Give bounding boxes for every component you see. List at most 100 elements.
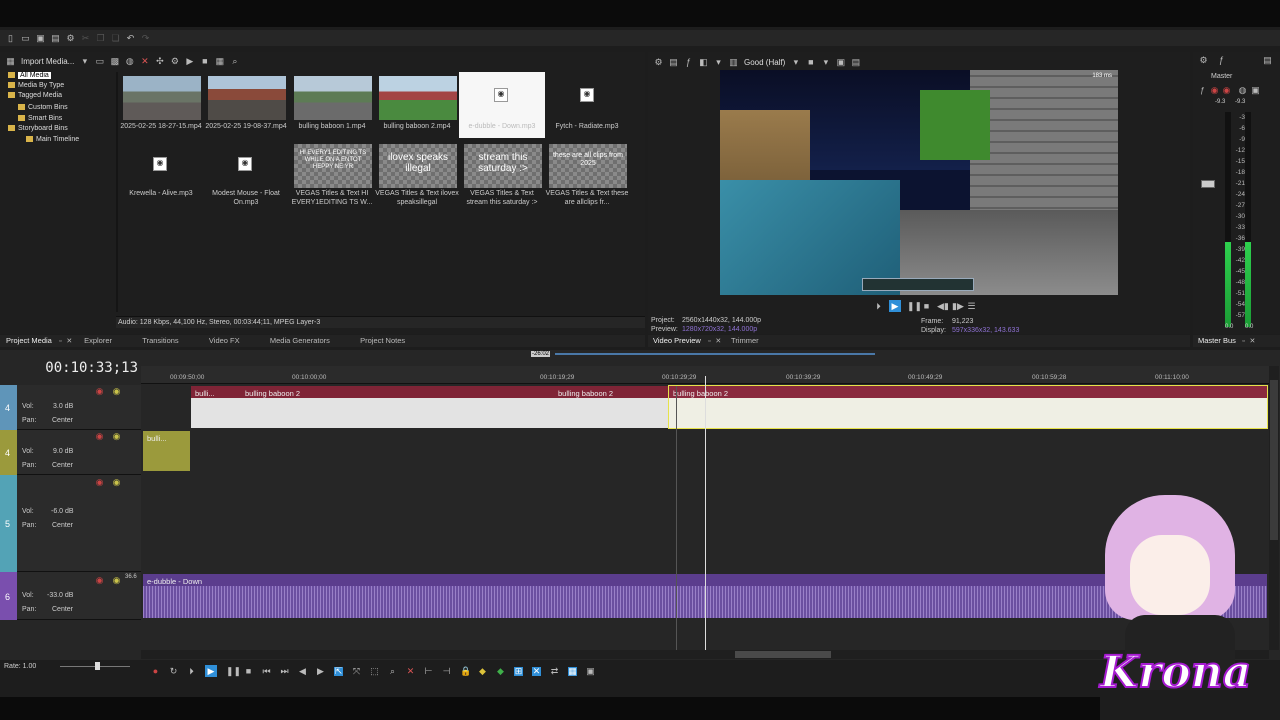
properties-icon[interactable]: ⚙ — [1199, 56, 1208, 65]
title-thumb[interactable]: HI EVERY1 EDITING TS WHILE ON A ENTOT HE… — [294, 144, 372, 188]
timecode-display[interactable]: 00:10:33;13 — [2, 360, 138, 376]
previous-frame-icon[interactable]: ◀▮ — [937, 301, 949, 311]
mute-icon[interactable]: ◉ — [95, 478, 104, 487]
go-to-end-icon[interactable]: ⏭ — [280, 666, 289, 676]
region-icon[interactable]: ◆ — [496, 666, 505, 676]
views-icon[interactable]: ▦ — [215, 56, 225, 66]
pin-icon[interactable]: ▫ — [56, 337, 65, 346]
tree-item-custom-bins[interactable]: Custom Bins — [18, 104, 68, 111]
render-icon[interactable]: ▤ — [51, 33, 60, 43]
next-frame-icon[interactable]: ▮▶ — [952, 301, 964, 311]
cut-icon[interactable]: ✂ — [81, 33, 90, 43]
go-to-start-icon[interactable]: ⏮ — [262, 666, 271, 676]
stop-icon[interactable]: ■ — [244, 666, 253, 676]
timeline-vscroll-thumb[interactable] — [1270, 380, 1278, 540]
split-icon[interactable]: ⊣ — [442, 666, 451, 676]
media-grid-icon[interactable]: ▦ — [6, 56, 15, 66]
snapping-icon[interactable]: ⊞ — [514, 666, 523, 676]
ripple-icon[interactable]: ⇄ — [550, 666, 559, 676]
save-icon[interactable]: ▣ — [36, 33, 45, 43]
search-icon[interactable]: ⌕ — [230, 56, 239, 66]
preview-quality-select[interactable]: Good (Half) — [744, 58, 785, 67]
master-fader[interactable] — [1201, 180, 1215, 188]
play-icon[interactable]: ▶ — [185, 56, 194, 66]
snapshot-icon[interactable]: ▥ — [729, 57, 738, 67]
fx-icon[interactable]: ƒ — [1198, 86, 1207, 95]
menu-icon[interactable]: ☰ — [967, 301, 976, 311]
tab-media-generators[interactable]: Media Generators — [270, 335, 330, 347]
track-volume[interactable]: -6.0 dB — [51, 508, 74, 515]
solo-icon[interactable]: ◉ — [112, 478, 121, 487]
chevron-down-icon[interactable]: ▾ — [714, 57, 723, 67]
chevron-down-icon[interactable]: ▾ — [821, 57, 830, 67]
next-frame-icon[interactable]: ▶ — [316, 666, 325, 676]
video-clip-selected[interactable]: bulling baboon 2 — [668, 385, 1268, 429]
tab-explorer[interactable]: Explorer — [84, 335, 112, 347]
tab-project-notes[interactable]: Project Notes — [360, 335, 405, 347]
preview-frame[interactable]: 183 ms — [720, 70, 1118, 295]
track-volume[interactable]: -33.0 dB — [47, 592, 73, 599]
paste-icon[interactable]: ❏ — [111, 33, 120, 43]
close-icon[interactable]: ✕ — [1248, 337, 1257, 346]
playhead[interactable] — [705, 376, 706, 650]
tab-master-bus[interactable]: Master Bus — [1198, 335, 1236, 347]
tree-item-main-timeline[interactable]: Main Timeline — [26, 136, 79, 143]
tree-item-smart-bins[interactable]: Smart Bins — [18, 115, 62, 122]
video-clip[interactable]: bulling baboon 2 — [241, 386, 554, 428]
fx-icon[interactable]: ƒ — [1217, 56, 1226, 65]
stop-icon[interactable]: ■ — [922, 301, 931, 311]
previous-frame-icon[interactable]: ◀ — [298, 666, 307, 676]
title-clip[interactable]: bulli... — [143, 431, 190, 471]
save-snapshot-icon[interactable]: ▤ — [851, 57, 861, 67]
ignore-grouping-icon[interactable]: ▣ — [586, 666, 595, 676]
pause-icon[interactable]: ❚❚ — [907, 301, 922, 311]
marker-icon[interactable]: ◆ — [478, 666, 487, 676]
tree-item-all-media[interactable]: All Media — [8, 72, 51, 79]
play-icon[interactable]: ▶ — [205, 665, 217, 677]
tree-item-media-by-type[interactable]: Media By Type — [8, 82, 64, 89]
properties-icon[interactable]: ⚙ — [654, 57, 663, 67]
rate-slider-thumb[interactable] — [95, 662, 100, 670]
play-icon[interactable]: ▶ — [889, 300, 901, 312]
get-media-icon[interactable]: ▩ — [110, 56, 120, 66]
normal-edit-tool-icon[interactable]: ⇱ — [334, 666, 343, 676]
automation-icon[interactable]: ◍ — [1238, 86, 1247, 95]
copy-snapshot-icon[interactable]: ▣ — [836, 57, 846, 67]
title-thumb[interactable]: these are all clips from 2025 — [549, 144, 627, 188]
trim-icon[interactable]: ⊢ — [424, 666, 433, 676]
track-volume[interactable]: 3.0 dB — [53, 403, 73, 410]
loop-region-bar[interactable] — [555, 353, 875, 355]
undo-icon[interactable]: ↶ — [126, 33, 135, 43]
title-thumb[interactable]: ilovex speaks illegal — [379, 144, 457, 188]
track-pan[interactable]: Center — [52, 522, 73, 529]
pin-icon[interactable]: ▫ — [1239, 337, 1248, 346]
tab-trimmer[interactable]: Trimmer — [731, 335, 759, 347]
redo-icon[interactable]: ↷ — [141, 33, 150, 43]
title-thumb[interactable]: stream this saturday :> — [464, 144, 542, 188]
track-pan[interactable]: Center — [52, 417, 73, 424]
web-icon[interactable]: ◍ — [125, 56, 134, 66]
pin-icon[interactable]: ▫ — [705, 337, 714, 346]
timeline-hscroll-thumb[interactable] — [735, 651, 831, 658]
chevron-down-icon[interactable]: ▾ — [80, 56, 89, 66]
record-icon[interactable]: ● — [151, 666, 160, 676]
close-icon[interactable]: ✕ — [65, 337, 74, 346]
lock-envelopes-icon[interactable]: ▦ — [568, 666, 577, 676]
fx-icon[interactable]: ƒ — [684, 57, 693, 67]
close-icon[interactable]: ✕ — [714, 337, 723, 346]
capture-icon[interactable]: ▭ — [95, 56, 105, 66]
properties-icon[interactable]: ⚙ — [66, 33, 75, 43]
auto-crossfade-icon[interactable]: ✕ — [532, 666, 541, 676]
solo-icon[interactable]: ◉ — [112, 432, 121, 441]
lock-icon[interactable]: ▣ — [1251, 86, 1260, 95]
chevron-down-icon[interactable]: ▾ — [791, 57, 800, 67]
mute-icon[interactable]: ◉ — [1210, 86, 1219, 95]
play-from-start-icon[interactable]: ⏵ — [874, 301, 883, 311]
import-media-button[interactable]: Import Media... — [21, 57, 74, 66]
tab-transitions[interactable]: Transitions — [142, 335, 178, 347]
track-volume[interactable]: 9.0 dB — [53, 448, 73, 455]
mute-icon[interactable]: ◉ — [95, 387, 104, 396]
solo-icon[interactable]: ◉ — [1222, 86, 1231, 95]
stop-icon[interactable]: ■ — [200, 56, 209, 66]
tab-video-fx[interactable]: Video FX — [209, 335, 240, 347]
